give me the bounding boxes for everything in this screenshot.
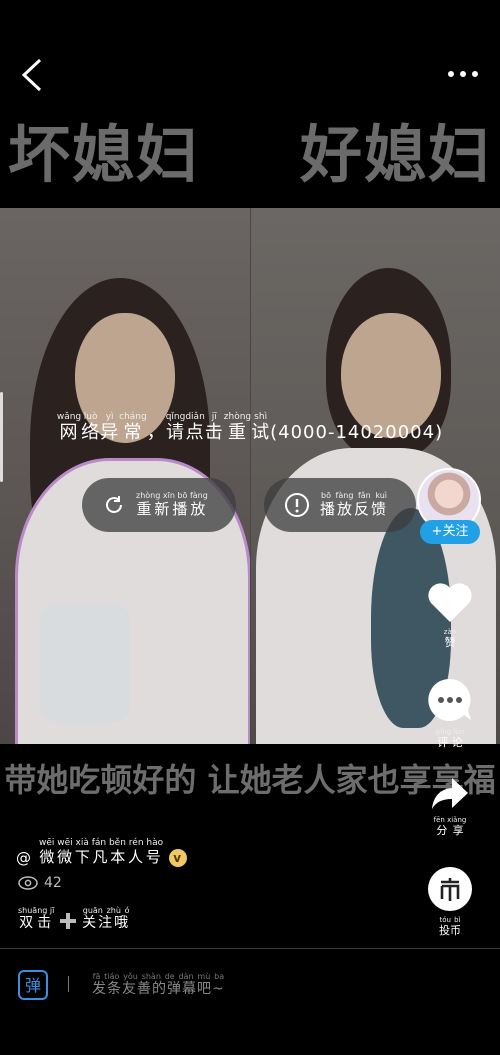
comment-icon <box>428 678 471 721</box>
replay-button[interactable]: 重新播放zhòng xīn bō fàng <box>82 478 236 532</box>
error-char: 请qǐng <box>165 412 186 443</box>
like-button[interactable]: 赞zàn <box>420 580 480 649</box>
view-count-value: 42 <box>44 875 62 891</box>
more-button[interactable] <box>438 62 478 86</box>
overlay-caption: 坏媳妇 好媳妇 <box>0 110 500 200</box>
refresh-icon <box>106 496 122 513</box>
danmu-toggle[interactable]: 弹 <box>18 970 48 1000</box>
coin-label: 投币tóu bì <box>439 916 461 937</box>
error-char: 网wǎng <box>56 412 82 443</box>
verified-badge-icon: v <box>169 849 188 867</box>
error-char: 常cháng <box>119 412 147 443</box>
error-char: 点diǎn <box>185 412 205 443</box>
danmu-icon: 弹 <box>18 970 48 1000</box>
heart-icon <box>428 583 472 622</box>
at-symbol: @ <box>16 849 33 867</box>
coin-button[interactable]: 投币tóu bì <box>420 866 480 937</box>
error-char: 络luò <box>81 412 101 443</box>
double-tap-hint: 双击shuāng jī 关注哦guān zhù ó <box>18 906 130 932</box>
separator <box>68 976 69 992</box>
feedback-button[interactable]: 播放反馈bō fàng fǎn kuì <box>264 478 416 532</box>
error-code: (4000-14020004) <box>270 422 444 443</box>
error-char: 击jī <box>204 412 224 443</box>
feedback-label: 播放反馈bō fàng fǎn kuì <box>320 491 389 518</box>
danmu-input[interactable]: 发条友善的弹幕吧~fā tiáo yǒu shàn de dàn mù ba <box>92 972 225 998</box>
follow-hint-label: 关注哦guān zhù ó <box>82 906 131 931</box>
error-char: ， <box>146 422 166 443</box>
more-dots-icon <box>448 71 454 77</box>
share-arrow-icon <box>432 778 468 809</box>
error-char: 重zhòng <box>223 412 252 443</box>
alert-icon <box>285 493 309 517</box>
chevron-left-icon <box>21 58 42 92</box>
coin-icon <box>428 867 472 911</box>
danmu-placeholder: 发条友善的弹幕吧~fā tiáo yǒu shàn de dàn mù ba <box>92 972 225 997</box>
caption-right: 好媳妇 <box>299 118 492 191</box>
share-button[interactable]: 分享fēn xiǎng <box>420 776 480 837</box>
back-button[interactable] <box>18 58 48 92</box>
comment-button[interactable]: 评论píng lùn <box>420 676 480 749</box>
video-left-scene <box>0 208 251 744</box>
plus-icon <box>59 913 76 929</box>
double-tap-label: 双击shuāng jī <box>18 906 55 931</box>
video-player[interactable] <box>0 208 500 744</box>
more-dot <box>460 71 466 77</box>
network-error-message[interactable]: 网wǎng络luò异yì常cháng，请qǐng点diǎn击jī重zhòng试s… <box>0 412 500 444</box>
svg-text:弹: 弹 <box>25 976 41 995</box>
divider <box>0 948 500 949</box>
author-name-text: 微微下凡本人号wēi wēi xià fán běn rén hào <box>39 838 164 866</box>
error-char: 试shì <box>251 412 271 443</box>
view-count: 42 <box>18 875 62 891</box>
share-label: 分享fēn xiǎng <box>433 816 467 837</box>
follow-button[interactable]: +关注 <box>420 520 480 544</box>
eye-icon <box>18 876 38 890</box>
error-char: 异yì <box>100 412 120 443</box>
like-label: 赞zàn <box>443 628 457 649</box>
more-dot <box>472 71 478 77</box>
caption-left: 坏媳妇 <box>8 118 201 191</box>
comment-label: 评论píng lùn <box>435 728 465 749</box>
replay-label: 重新播放zhòng xīn bō fàng <box>136 491 208 518</box>
author-name[interactable]: @ 微微下凡本人号wēi wēi xià fán běn rén hào v <box>16 838 188 867</box>
